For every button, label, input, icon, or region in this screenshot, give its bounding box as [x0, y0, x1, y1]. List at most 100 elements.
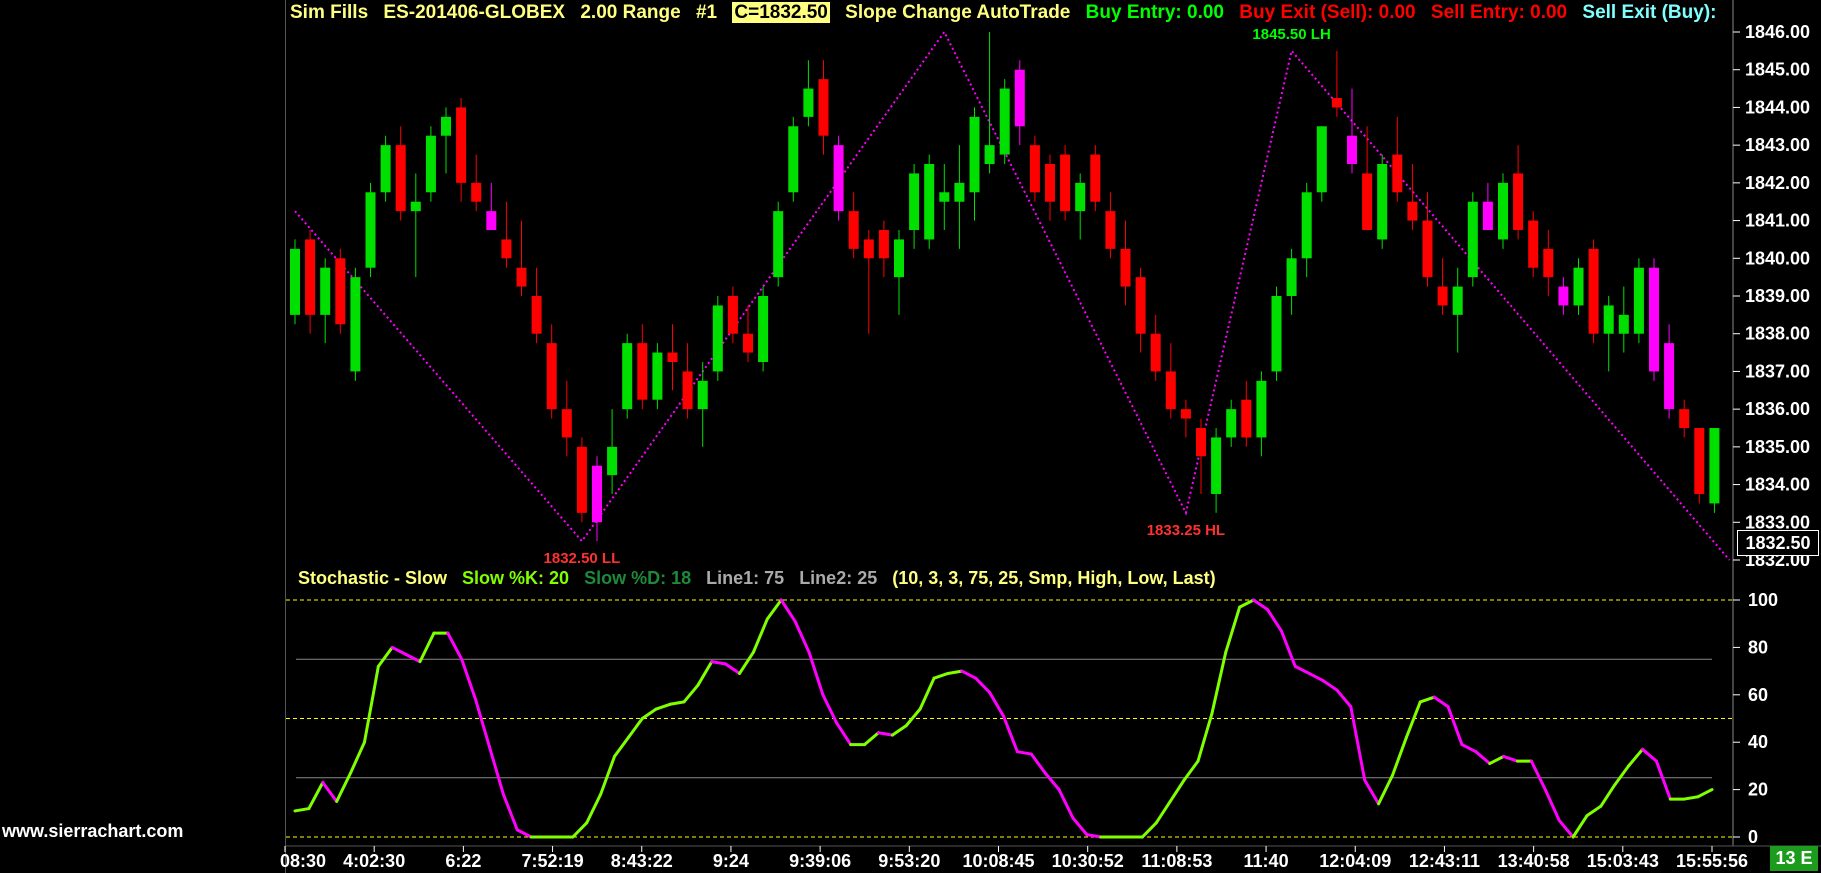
- stoch-segment: [640, 707, 658, 720]
- time-tick: 11:08:53: [1141, 851, 1212, 871]
- candle: [939, 164, 950, 230]
- stoch-segment: [307, 780, 325, 811]
- price-tick: 1837.00: [1745, 361, 1810, 381]
- stoch-segment: [751, 617, 769, 654]
- stoch-segment: [446, 631, 464, 661]
- candle: [561, 380, 572, 457]
- time-tick: 6:22: [445, 851, 481, 871]
- stoch-segment: [1252, 598, 1269, 611]
- stoch-segment: [1210, 650, 1228, 716]
- stoch-segment: [1474, 750, 1492, 766]
- candle: [682, 343, 693, 419]
- time-tick: 12:04:09: [1319, 851, 1391, 871]
- stoch-segment: [696, 660, 714, 687]
- candle: [863, 230, 874, 334]
- candle: [622, 333, 633, 419]
- stoch-segment: [390, 645, 408, 657]
- stoch-segment: [946, 669, 964, 675]
- stoch-name: Stochastic - Slow: [298, 568, 448, 588]
- stoch-reference-lines: [286, 599, 1733, 838]
- candle: [1618, 286, 1629, 353]
- candle: [637, 324, 648, 410]
- stoch-segment: [1265, 607, 1283, 633]
- header-sell-exit: Sell Exit (Buy):: [1582, 2, 1717, 23]
- stoch-segment: [654, 702, 672, 711]
- candle: [1331, 50, 1342, 117]
- stoch-segment: [1363, 778, 1381, 806]
- candle: [848, 192, 859, 259]
- stoch-segment: [835, 721, 853, 747]
- stoch-segment: [807, 650, 825, 697]
- stoch-segment: [1502, 754, 1520, 763]
- stoch-segment: [738, 650, 755, 675]
- stoch-segment: [904, 707, 922, 728]
- candle: [1679, 399, 1690, 438]
- candle: [984, 32, 995, 174]
- time-tick: 13:40:58: [1498, 851, 1570, 871]
- stoch-segment: [863, 731, 880, 747]
- stoch-segment: [682, 683, 700, 704]
- candle: [1165, 343, 1176, 419]
- candle: [1075, 173, 1086, 240]
- candle: [290, 239, 300, 325]
- time-tick: 10:08:45: [962, 851, 1034, 871]
- stoch-segment: [599, 754, 617, 796]
- candle: [652, 343, 663, 410]
- stoch-segment: [1015, 750, 1033, 756]
- price-tick: 1842.00: [1745, 173, 1810, 193]
- header-buy-entry: Buy Entry: 0.00: [1085, 2, 1224, 23]
- candle: [894, 230, 904, 315]
- candle: [1286, 248, 1297, 315]
- stoch-segment: [1627, 747, 1645, 768]
- candle: [1392, 116, 1403, 202]
- swing-label: 1832.50 LL: [544, 550, 621, 567]
- candle: [1316, 126, 1327, 202]
- time-tick: 4:02:30: [343, 851, 405, 871]
- candle: [1588, 239, 1599, 344]
- header-chart-num: #1: [695, 2, 718, 23]
- header-range: 2.00 Range: [580, 2, 681, 23]
- stoch-segment: [1446, 705, 1464, 747]
- time-tick: 11:40: [1244, 851, 1289, 871]
- stoch-segment: [362, 664, 380, 744]
- stoch-segment: [1654, 759, 1672, 801]
- stoch-segment: [501, 792, 519, 832]
- chart-header: Sim Fills ES-201406-GLOBEX 2.00 Range #1…: [290, 2, 1726, 24]
- header-symbol[interactable]: ES-201406-GLOBEX: [383, 2, 565, 23]
- candle: [456, 98, 467, 202]
- candle: [1135, 267, 1146, 353]
- stoch-segment: [1140, 821, 1158, 839]
- candle: [410, 173, 421, 278]
- stoch-tick: 40: [1748, 732, 1768, 752]
- stoch-segment: [1390, 735, 1408, 777]
- candle: [712, 296, 723, 381]
- stoch-segment: [1488, 754, 1506, 766]
- candle: [788, 116, 799, 202]
- stoch-segment: [1071, 816, 1089, 837]
- stoch-tick: 60: [1748, 685, 1768, 705]
- candle: [954, 145, 965, 249]
- stoch-segment: [1002, 714, 1019, 754]
- candle: [1090, 145, 1101, 212]
- stoch-segment: [1543, 788, 1561, 822]
- header-close: C=1832.50: [732, 2, 830, 23]
- chart-left-border: [285, 0, 286, 873]
- stoch-segment: [1182, 759, 1200, 782]
- candle: [1603, 296, 1614, 372]
- candle: [1120, 220, 1131, 306]
- header-sell-entry: Sell Entry: 0.00: [1430, 2, 1568, 23]
- candle: [1543, 230, 1554, 296]
- candle: [486, 182, 497, 230]
- price-tick: 1839.00: [1745, 286, 1810, 306]
- candle: [1377, 154, 1388, 249]
- left-margin: www.sierrachart.com: [0, 0, 285, 873]
- header-sim: Sim Fills: [290, 2, 369, 23]
- candle: [1060, 145, 1071, 221]
- swing-label: 1845.50 LH: [1252, 26, 1330, 43]
- stoch-k: Slow %K: 20: [462, 568, 570, 588]
- time-axis-ticks: 08:30 4:02:30 6:22 7:52:19 8:43:22 9:24 9:39:0…: [280, 846, 1748, 871]
- candle: [667, 324, 678, 391]
- stoch-segment: [613, 735, 630, 758]
- stoch-segment: [1571, 814, 1589, 839]
- price-tick: 1844.00: [1745, 97, 1810, 117]
